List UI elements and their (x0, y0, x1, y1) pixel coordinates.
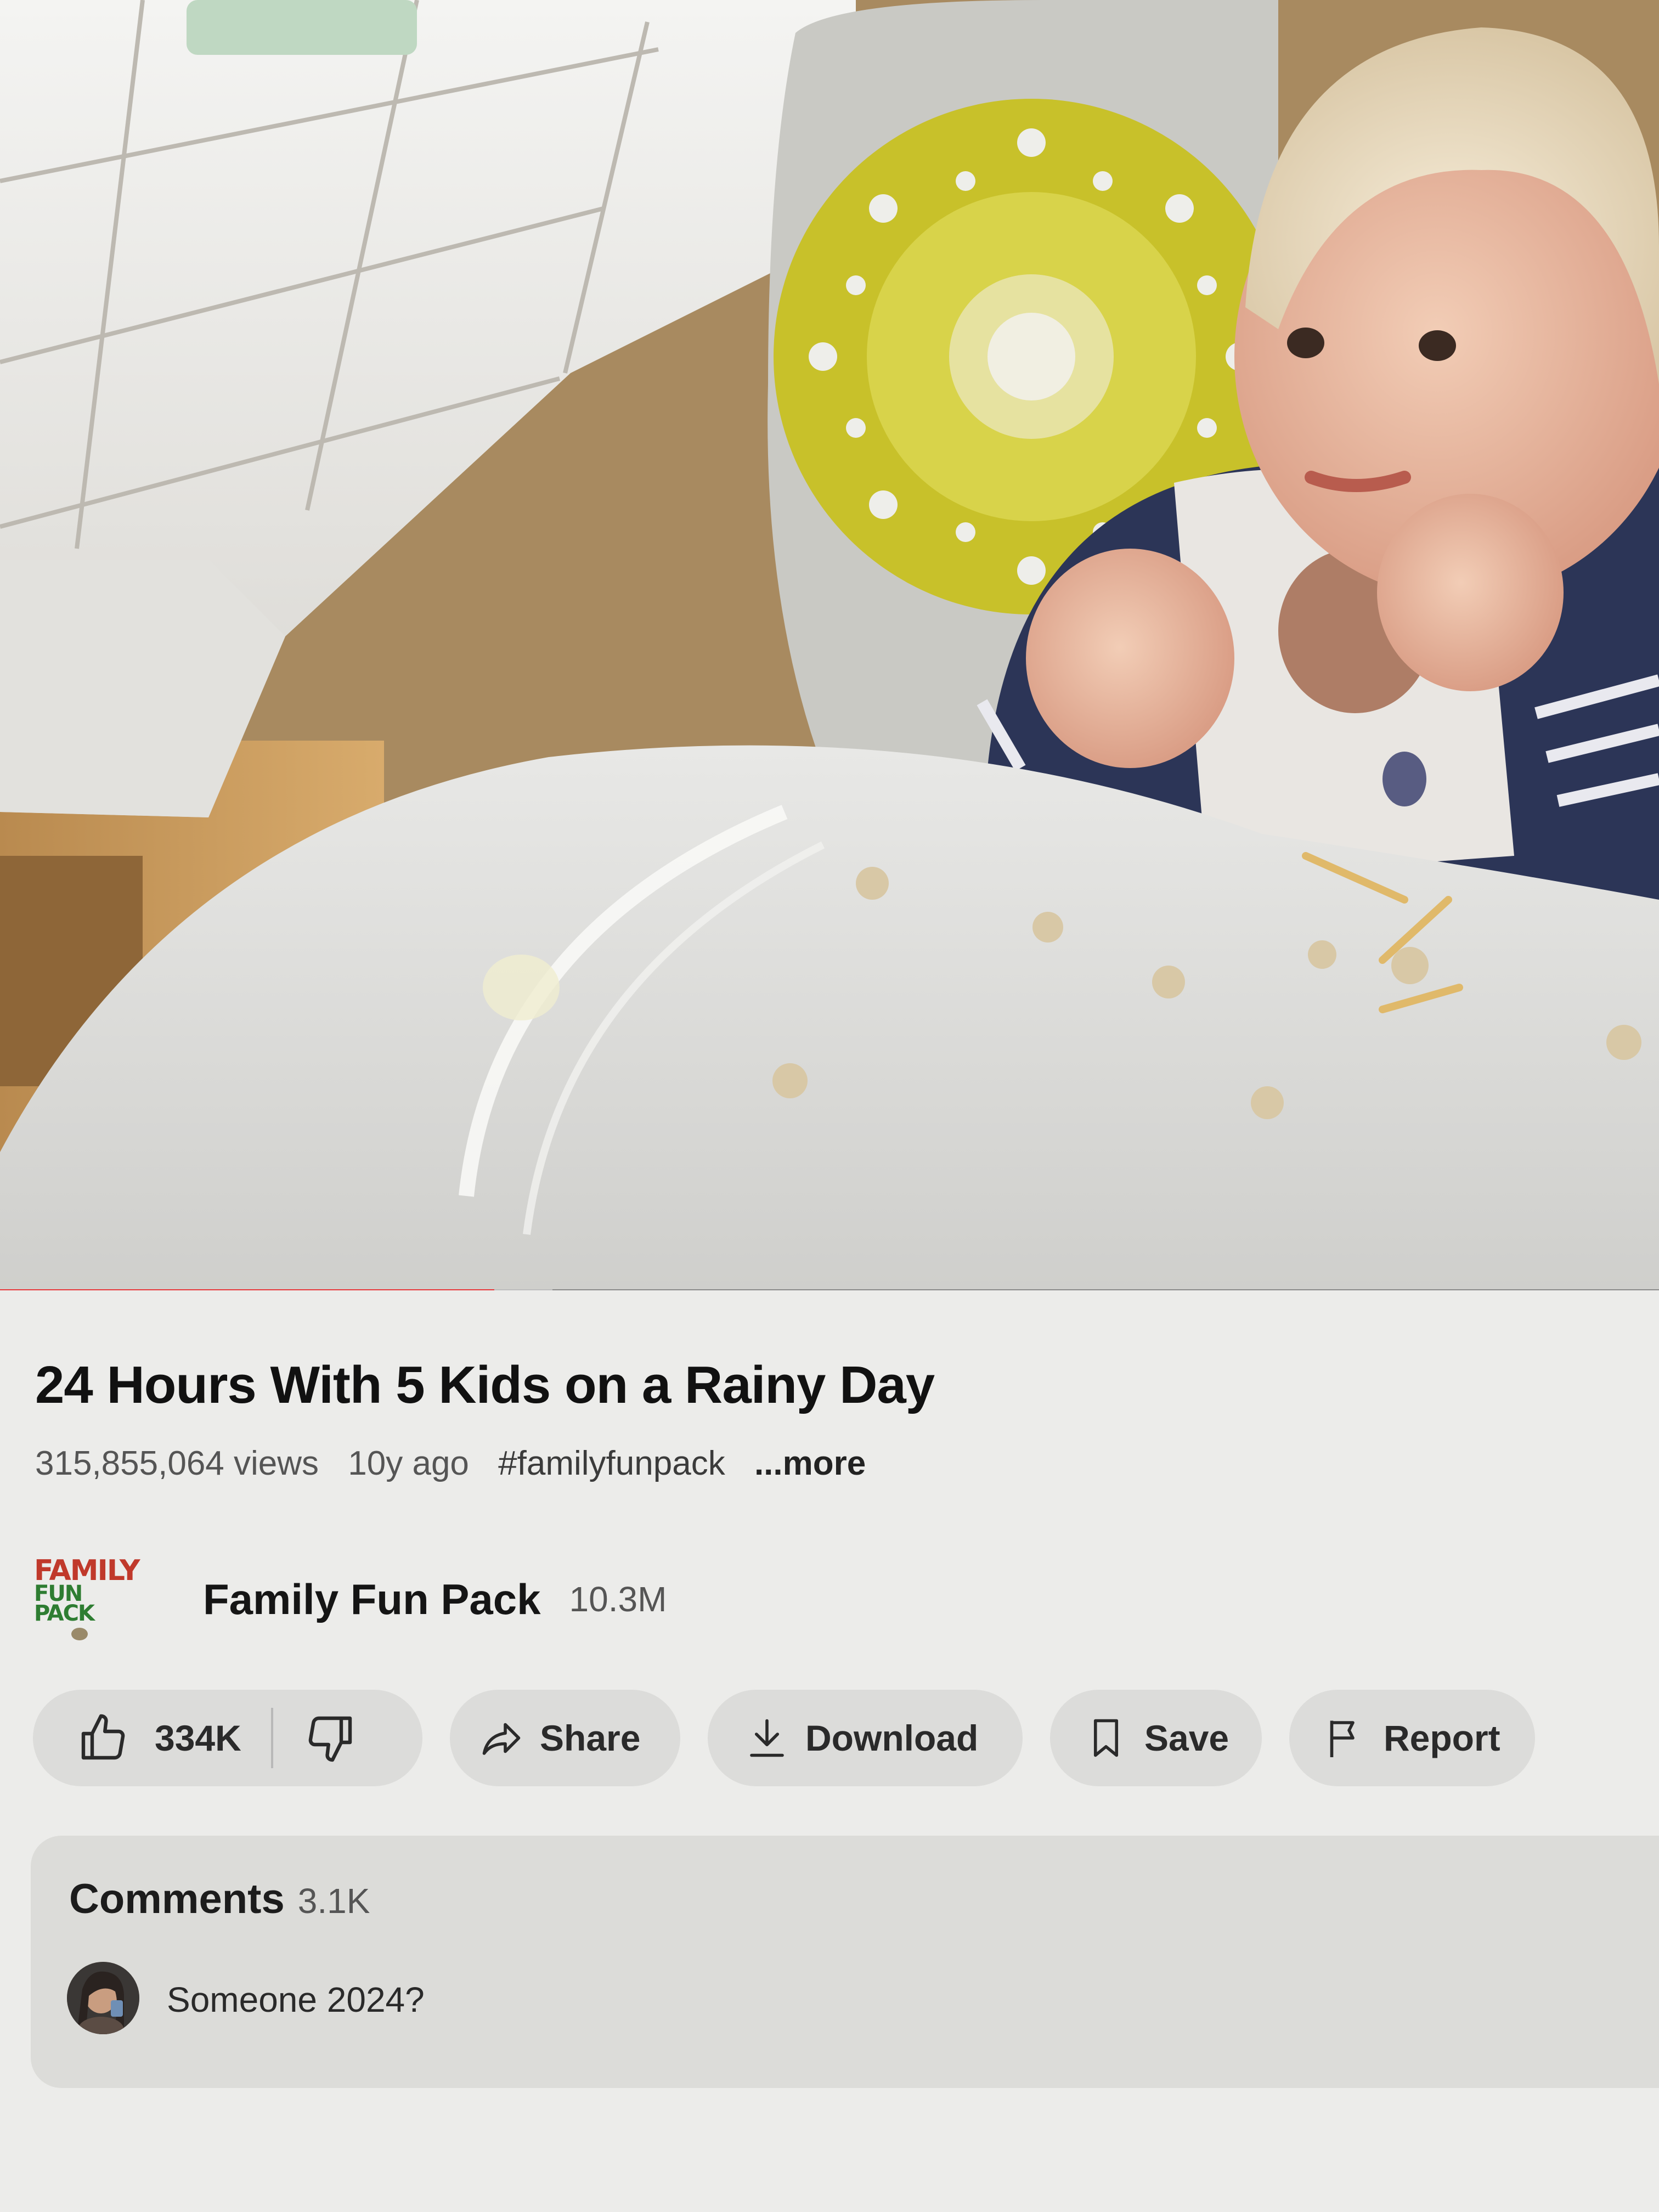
progress-played (0, 1289, 495, 1290)
video-player[interactable] (0, 0, 1659, 1290)
download-button[interactable]: Download (708, 1690, 1023, 1786)
video-title: 24 Hours With 5 Kids on a Rainy Day (35, 1356, 935, 1414)
video-frame (0, 0, 1659, 1290)
more-button[interactable]: ...more (754, 1444, 866, 1482)
report-button[interactable]: Report (1289, 1690, 1535, 1786)
comments-count: 3.1K (297, 1881, 370, 1921)
subscriber-count: 10.3M (569, 1579, 667, 1619)
upload-age: 10y ago (348, 1444, 469, 1482)
channel-name[interactable]: Family Fun Pack (203, 1575, 541, 1624)
comments-panel[interactable]: Comments 3.1K Someone 2024? (31, 1836, 1659, 2088)
comments-header: Comments 3.1K (69, 1875, 370, 1923)
progress-buffered (494, 1289, 552, 1290)
like-count[interactable]: 334K (155, 1717, 241, 1759)
report-label: Report (1384, 1718, 1500, 1758)
thumbs-down-icon[interactable] (304, 1712, 357, 1764)
share-label: Share (540, 1718, 641, 1758)
commenter-avatar[interactable] (67, 1962, 139, 2034)
like-dislike-group: 334K (33, 1690, 422, 1786)
thumbs-up-icon[interactable] (77, 1712, 129, 1764)
flag-icon (1330, 1720, 1355, 1757)
save-label: Save (1144, 1718, 1229, 1758)
logo-mark-icon (71, 1627, 88, 1640)
video-progress-bar[interactable] (0, 1289, 1659, 1290)
channel-logo[interactable]: FAMILY FUN PACK (34, 1554, 140, 1640)
hashtag-link[interactable]: #familyfunpack (498, 1444, 725, 1482)
channel-row[interactable]: FAMILY FUN PACK Family Fun Pack 10.3M (34, 1554, 667, 1640)
bookmark-icon (1093, 1719, 1119, 1757)
save-button[interactable]: Save (1050, 1690, 1262, 1786)
top-comment-text: Someone 2024? (167, 1980, 425, 2019)
share-button[interactable]: Share (450, 1690, 680, 1786)
action-bar: 334K Share Download Save Report (33, 1690, 1535, 1786)
logo-line1: FAMILY (34, 1554, 140, 1587)
download-icon (750, 1719, 784, 1757)
avatar-photo (67, 1962, 139, 2034)
share-icon (482, 1723, 521, 1755)
like-divider (270, 1708, 273, 1768)
logo-line2: FUN PACK (34, 1581, 95, 1626)
video-meta[interactable]: 315,855,064 views 10y ago #familyfunpack… (35, 1444, 885, 1483)
comments-heading: Comments (69, 1876, 285, 1922)
view-count: 315,855,064 views (35, 1444, 319, 1482)
download-label: Download (805, 1718, 979, 1758)
